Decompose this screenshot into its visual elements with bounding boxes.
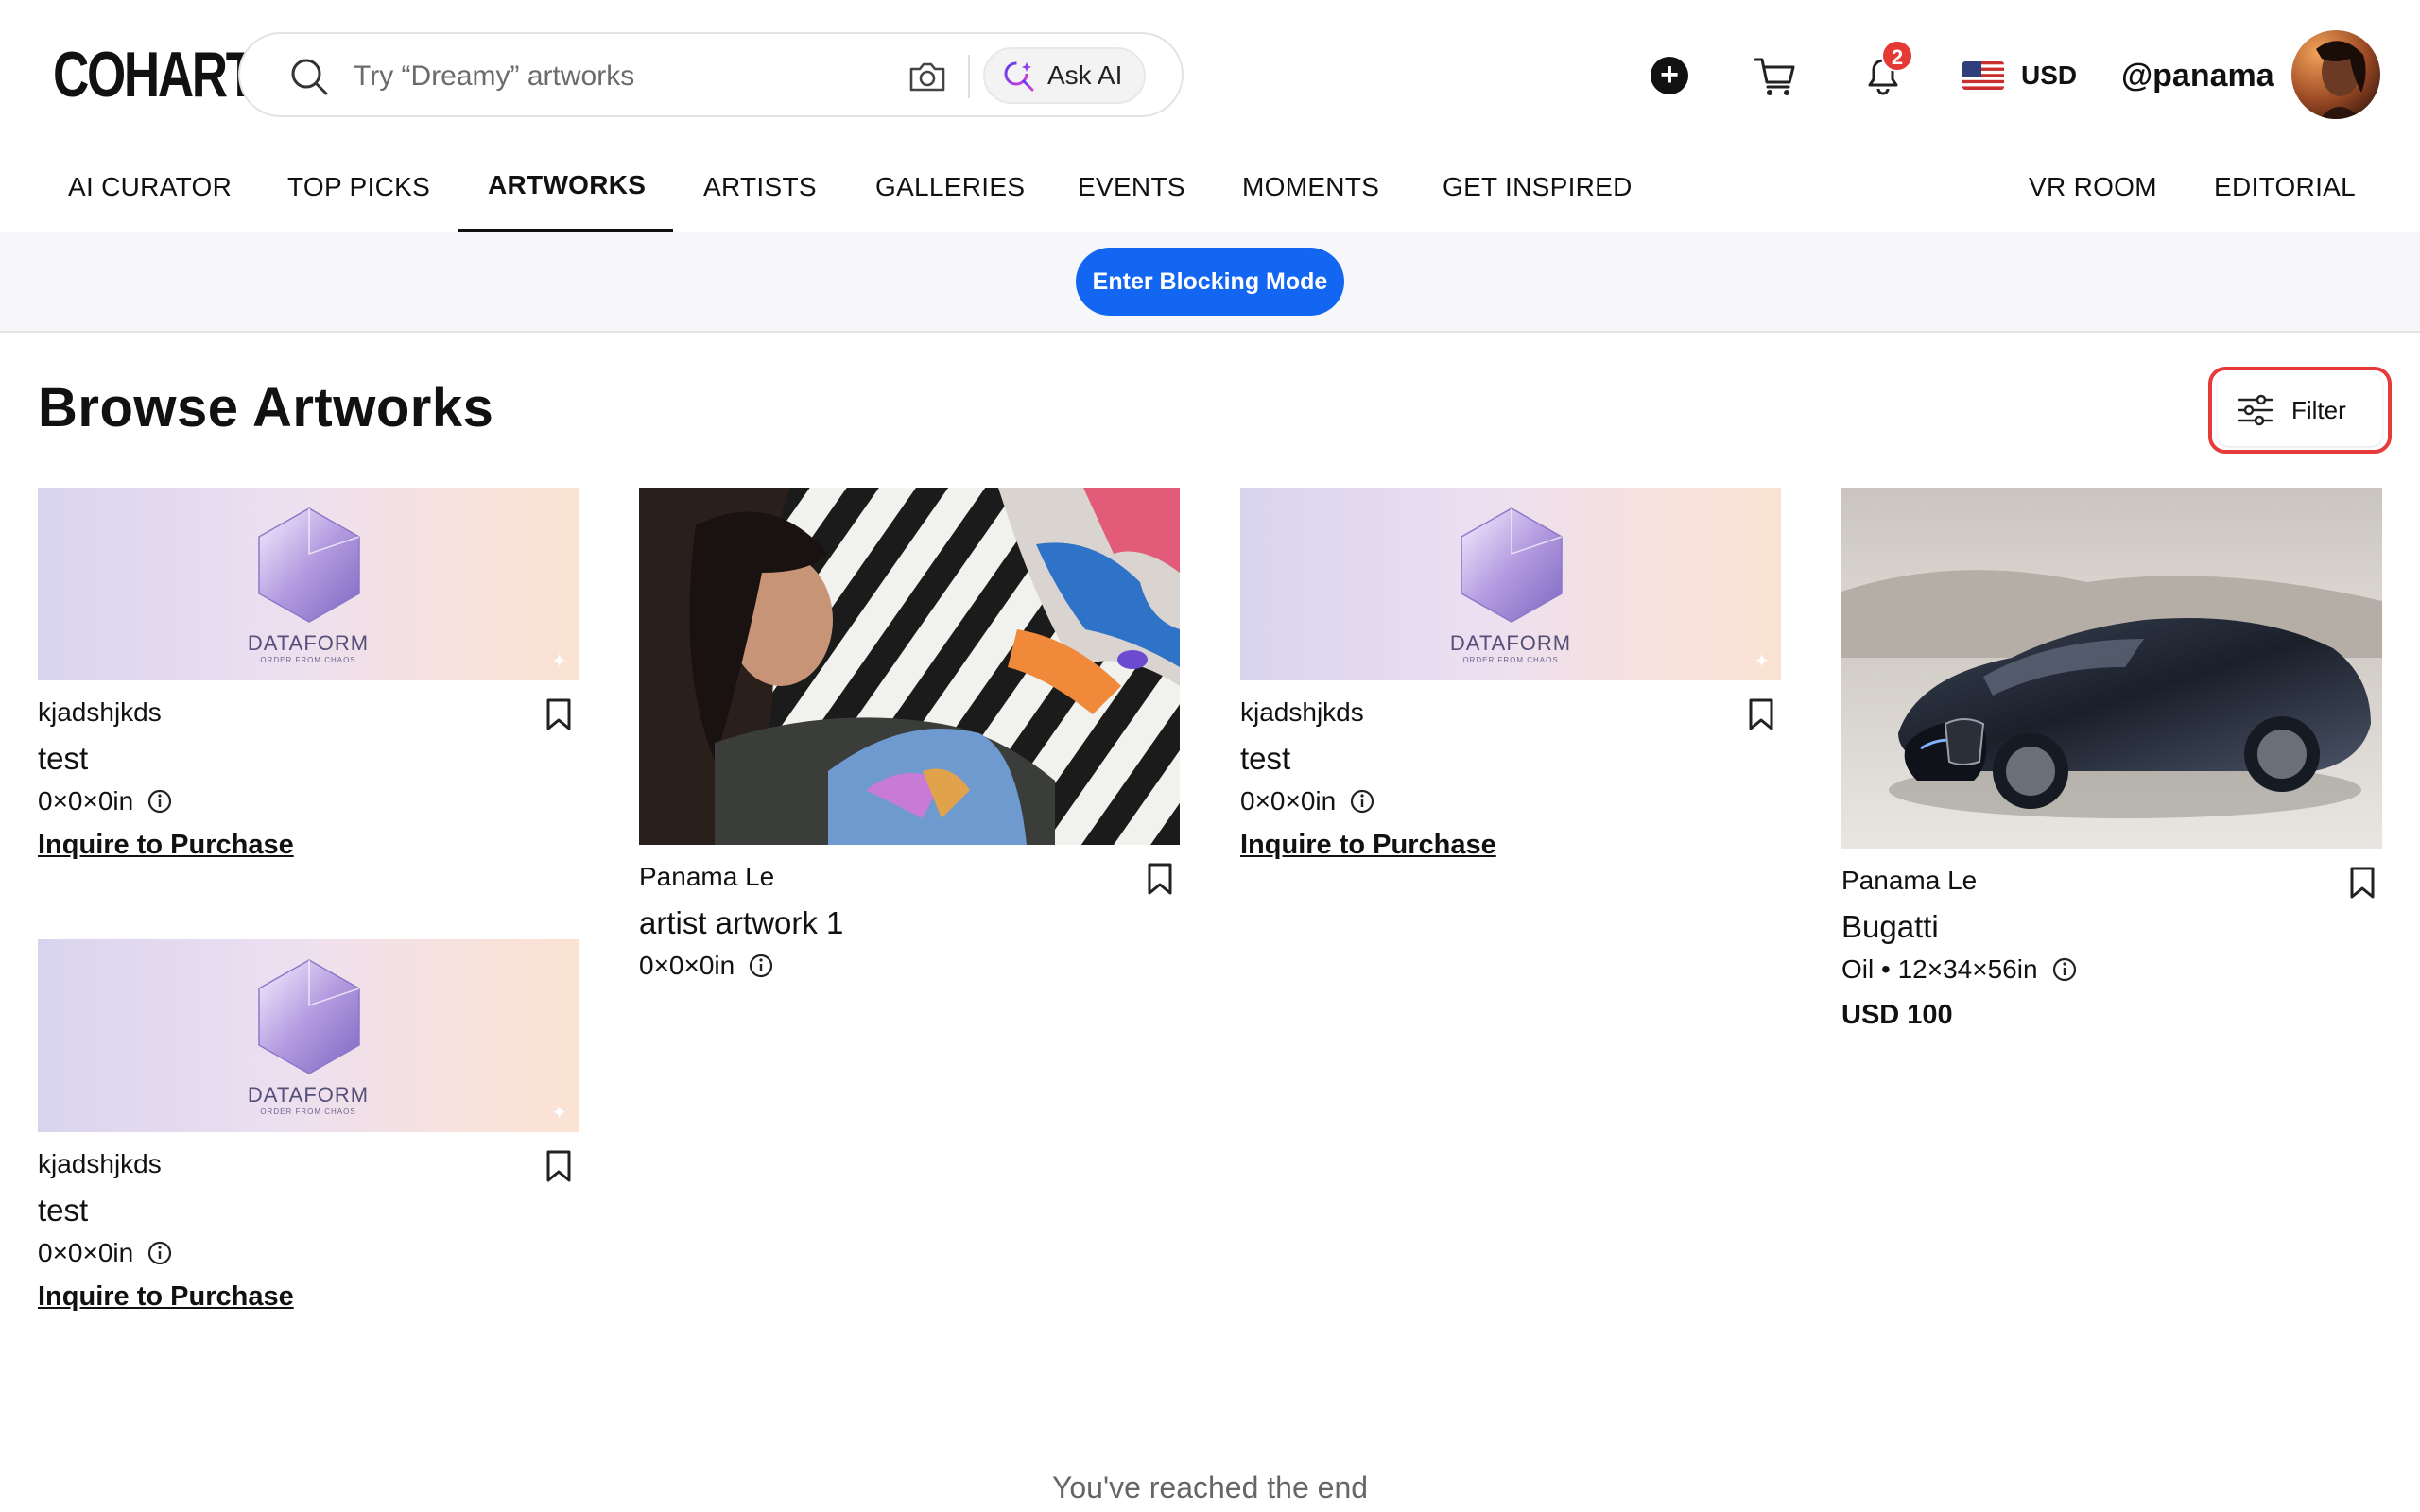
artwork-dimensions: 0×0×0in: [38, 1238, 173, 1268]
artwork-card[interactable]: DATAFORM ORDER FROM CHAOS ✦ kjadshjkds t…: [38, 939, 579, 1317]
dimensions-text: Oil • 12×34×56in: [1841, 954, 2038, 984]
search-bar: Ask AI: [238, 32, 1184, 117]
nav-galleries[interactable]: GALLERIES: [875, 172, 1025, 202]
artwork-price: USD 100: [1841, 1000, 1953, 1030]
main-nav: AI CURATOR TOP PICKS ARTWORKS ARTISTS GA…: [0, 151, 2420, 232]
artwork-image[interactable]: [639, 488, 1180, 845]
username-link[interactable]: @panama: [2121, 53, 2274, 98]
us-flag-icon: [1962, 61, 2004, 90]
icosahedron-logo-icon: [258, 507, 360, 623]
inquire-to-purchase-link[interactable]: Inquire to Purchase: [1240, 830, 1496, 861]
artist-name[interactable]: kjadshjkds: [1240, 697, 1364, 728]
filter-button-inner: Filter: [2218, 374, 2382, 446]
end-of-list-message: You've reached the end: [1051, 1470, 1369, 1504]
sparkle-icon: ✦: [551, 651, 567, 672]
bookmark-icon[interactable]: [2348, 866, 2377, 900]
inquire-to-purchase-link[interactable]: Inquire to Purchase: [38, 830, 294, 861]
info-icon[interactable]: [147, 1240, 173, 1266]
bookmark-icon[interactable]: [1146, 862, 1174, 896]
info-icon[interactable]: [2051, 956, 2078, 983]
artwork-title[interactable]: artist artwork 1: [639, 905, 843, 941]
ask-ai-button[interactable]: Ask AI: [983, 47, 1146, 104]
nav-editorial[interactable]: EDITORIAL: [2214, 172, 2356, 202]
nav-ai-curator[interactable]: AI CURATOR: [68, 172, 232, 202]
camera-icon[interactable]: [906, 55, 949, 98]
nav-get-inspired[interactable]: GET INSPIRED: [1443, 172, 1633, 202]
artwork-card[interactable]: DATAFORM ORDER FROM CHAOS ✦ kjadshjkds t…: [38, 488, 579, 866]
artwork-card[interactable]: Panama Le Bugatti Oil • 12×34×56in USD 1…: [1841, 488, 2382, 1036]
enter-blocking-mode-button[interactable]: Enter Blocking Mode: [1076, 248, 1344, 316]
sliders-icon: [2238, 394, 2273, 426]
notification-badge: 2: [1881, 40, 1913, 72]
banner-subtitle: ORDER FROM CHAOS: [260, 1108, 356, 1116]
bookmark-icon[interactable]: [544, 1149, 573, 1183]
artwork-image[interactable]: DATAFORM ORDER FROM CHAOS ✦: [38, 939, 579, 1132]
artwork-title[interactable]: Bugatti: [1841, 909, 1939, 945]
banner-title: DATAFORM: [247, 1083, 370, 1107]
search-divider: [968, 55, 970, 98]
icosahedron-logo-icon: [1461, 507, 1563, 623]
info-icon[interactable]: [748, 953, 774, 979]
artwork-dimensions: 0×0×0in: [1240, 786, 1375, 816]
page-title: Browse Artworks: [38, 377, 494, 438]
cohart-logo[interactable]: COHART: [53, 42, 256, 108]
dimensions-text: 0×0×0in: [1240, 786, 1337, 816]
icosahedron-logo-icon: [258, 959, 360, 1074]
search-input[interactable]: [354, 51, 892, 102]
nav-vr-room[interactable]: VR ROOM: [2029, 172, 2157, 202]
dimensions-text: 0×0×0in: [38, 786, 134, 816]
bookmark-icon[interactable]: [544, 697, 573, 731]
nav-artworks[interactable]: ARTWORKS: [488, 170, 646, 200]
artwork-dimensions: Oil • 12×34×56in: [1841, 954, 2078, 985]
artist-name[interactable]: kjadshjkds: [38, 697, 162, 728]
artwork-dimensions: 0×0×0in: [639, 951, 774, 981]
currency-label: USD: [2021, 60, 2078, 90]
artwork-card[interactable]: Panama Le artist artwork 1 0×0×0in: [639, 488, 1180, 981]
inquire-to-purchase-link[interactable]: Inquire to Purchase: [38, 1281, 294, 1313]
dimensions-text: 0×0×0in: [38, 1238, 134, 1267]
artist-name[interactable]: Panama Le: [1841, 866, 1977, 896]
banner-subtitle: ORDER FROM CHAOS: [1462, 656, 1559, 664]
top-header: COHART Ask AI + 2: [0, 0, 2420, 151]
user-avatar[interactable]: [2291, 30, 2380, 119]
artwork-title[interactable]: test: [38, 741, 88, 777]
bookmark-icon[interactable]: [1747, 697, 1775, 731]
info-icon[interactable]: [147, 788, 173, 815]
artwork-dimensions: 0×0×0in: [38, 786, 173, 816]
search-icon: [291, 59, 328, 95]
nav-artists[interactable]: ARTISTS: [703, 172, 817, 202]
ask-ai-label: Ask AI: [1047, 60, 1123, 90]
artist-name[interactable]: kjadshjkds: [38, 1149, 162, 1179]
currency-selector[interactable]: USD: [1962, 53, 2077, 98]
cart-icon[interactable]: [1753, 53, 1798, 98]
artwork-image[interactable]: DATAFORM ORDER FROM CHAOS ✦: [1240, 488, 1781, 680]
banner-subtitle: ORDER FROM CHAOS: [260, 656, 356, 664]
banner-title: DATAFORM: [1449, 631, 1572, 655]
artwork-card[interactable]: DATAFORM ORDER FROM CHAOS ✦ kjadshjkds t…: [1240, 488, 1781, 866]
sparkle-icon: ✦: [551, 1103, 567, 1124]
artwork-image[interactable]: [1841, 488, 2382, 849]
filter-label: Filter: [2291, 395, 2346, 424]
filter-button[interactable]: Filter: [2208, 367, 2392, 454]
nav-top-picks[interactable]: TOP PICKS: [287, 172, 430, 202]
artwork-title[interactable]: test: [1240, 741, 1290, 777]
nav-events[interactable]: EVENTS: [1078, 172, 1185, 202]
sparkle-icon: ✦: [1754, 651, 1770, 672]
ai-sparkle-search-icon: [1004, 61, 1034, 92]
nav-moments[interactable]: MOMENTS: [1242, 172, 1379, 202]
info-icon[interactable]: [1349, 788, 1375, 815]
artwork-image[interactable]: DATAFORM ORDER FROM CHAOS ✦: [38, 488, 579, 680]
blocking-mode-bar: Enter Blocking Mode: [0, 232, 2420, 333]
banner-title: DATAFORM: [247, 631, 370, 655]
artwork-title[interactable]: test: [38, 1193, 88, 1228]
dimensions-text: 0×0×0in: [639, 951, 735, 980]
add-plus-icon[interactable]: +: [1651, 57, 1688, 94]
artist-name[interactable]: Panama Le: [639, 862, 774, 892]
